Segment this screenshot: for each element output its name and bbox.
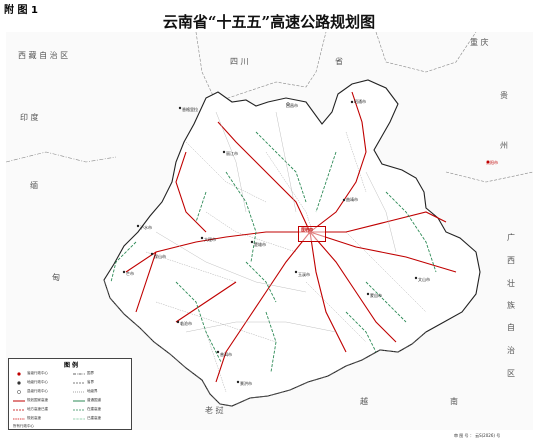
legend-symbol	[17, 380, 21, 385]
region-guangxi-7: 区	[507, 369, 515, 378]
region-tibet: 西 藏 自 治 区	[18, 51, 69, 60]
region-guangxi-4: 族	[507, 301, 515, 310]
region-sichuan: 四 川	[230, 57, 249, 66]
city-lijiang: 丽江市	[226, 151, 238, 156]
region-guizhou-2: 州	[500, 141, 508, 150]
legend-item-label: 普通国道	[87, 398, 101, 402]
city-chuxiong: 楚雄市	[254, 242, 266, 247]
region-myanmar-1: 缅	[30, 181, 38, 190]
city-kunming: 昆明市	[301, 227, 313, 232]
legend-symbol	[73, 382, 85, 383]
legend-item-label: 省界	[87, 380, 94, 384]
legend-item: 在建高速	[73, 407, 101, 412]
region-laos: 老 挝	[205, 406, 224, 415]
region-guangxi-2: 西	[507, 256, 515, 265]
city-puer: 普洱市	[220, 352, 232, 357]
legend-item-label: 地级界	[87, 389, 98, 393]
legend-note: 所有行政中心	[13, 424, 34, 428]
city-lushui: 泸水市	[140, 225, 152, 230]
city-guiyang: 贵阳市	[486, 160, 498, 165]
legend-item-label: 规划国家高速	[27, 398, 48, 402]
legend-symbol	[73, 400, 85, 401]
legend-item-label: 在建高速	[87, 407, 101, 411]
city-dali: 大理市	[204, 237, 216, 242]
legend-symbol	[73, 391, 85, 392]
legend-symbol	[13, 418, 25, 419]
legend-symbol	[73, 409, 85, 410]
legend-symbol	[73, 418, 85, 419]
legend-item: 已建高速	[73, 416, 101, 421]
legend-item-label: 省级行政中心	[27, 371, 48, 375]
legend-symbol	[17, 389, 21, 394]
legend-item: 省界	[73, 380, 94, 385]
legend-item: 地级界	[73, 389, 98, 394]
legend-item: 规划国家高速	[13, 398, 48, 403]
legend-symbol	[17, 371, 21, 376]
legend-item: 省级行政中心	[13, 371, 48, 376]
legend-item-label: 国界	[87, 371, 94, 375]
city-baoshan: 保山市	[154, 254, 166, 259]
legend-symbol	[73, 373, 85, 374]
region-myanmar-2: 甸	[52, 273, 60, 282]
city-jinghong: 景洪市	[240, 381, 252, 386]
legend-item: 县级行政中心	[13, 389, 48, 394]
legend-item: 规划高速	[13, 416, 41, 421]
map-legend: 图 例 省级行政中心 地级行政中心 县级行政中心 规划国家高速 地方高速已建 规划高速 国界…	[8, 358, 132, 430]
legend-item-label: 规划高速	[27, 416, 41, 420]
legend-item: 地级行政中心	[13, 380, 48, 385]
city-mangshi: 芒市	[126, 271, 134, 276]
region-vietnam-2: 南	[450, 397, 458, 406]
legend-item-label: 地方高速已建	[27, 407, 48, 411]
legend-item-label: 地级行政中心	[27, 380, 48, 384]
city-zhaotong: 昭通市	[354, 99, 366, 104]
region-sichuan-2: 省	[335, 57, 343, 66]
legend-item: 地方高速已建	[13, 407, 48, 412]
region-guangxi-5: 自	[507, 323, 515, 332]
region-vietnam-1: 越	[360, 397, 368, 406]
city-yuxi: 玉溪市	[298, 272, 310, 277]
city-mengzi: 蒙自市	[370, 293, 382, 298]
city-lincang: 临沧市	[180, 321, 192, 326]
city-shangri-la: 香格里拉	[182, 107, 198, 112]
approval-number: 审 图 号 ： 云S(2026) 号	[454, 433, 501, 438]
region-india: 印 度	[20, 113, 39, 122]
legend-symbol	[13, 409, 25, 410]
region-guizhou-1: 贵	[500, 91, 508, 100]
city-wenshan: 文山市	[418, 277, 430, 282]
map-title: 云南省“十五五”高速公路规划图	[162, 13, 376, 31]
region-guangxi-6: 治	[507, 346, 515, 355]
legend-item-label: 已建高速	[87, 416, 101, 420]
legend-item: 普通国道	[73, 398, 101, 403]
city-qujing: 曲靖市	[346, 197, 358, 202]
region-chongqing: 重 庆	[470, 38, 489, 47]
city-xichang: 西昌市	[286, 103, 298, 108]
legend-title: 图 例	[63, 362, 79, 369]
legend-item-label: 县级行政中心	[27, 389, 48, 393]
region-guangxi-3: 壮	[507, 279, 515, 288]
legend-symbol	[13, 400, 25, 401]
region-guangxi-1: 广	[507, 233, 515, 242]
legend-item: 国界	[73, 371, 94, 376]
